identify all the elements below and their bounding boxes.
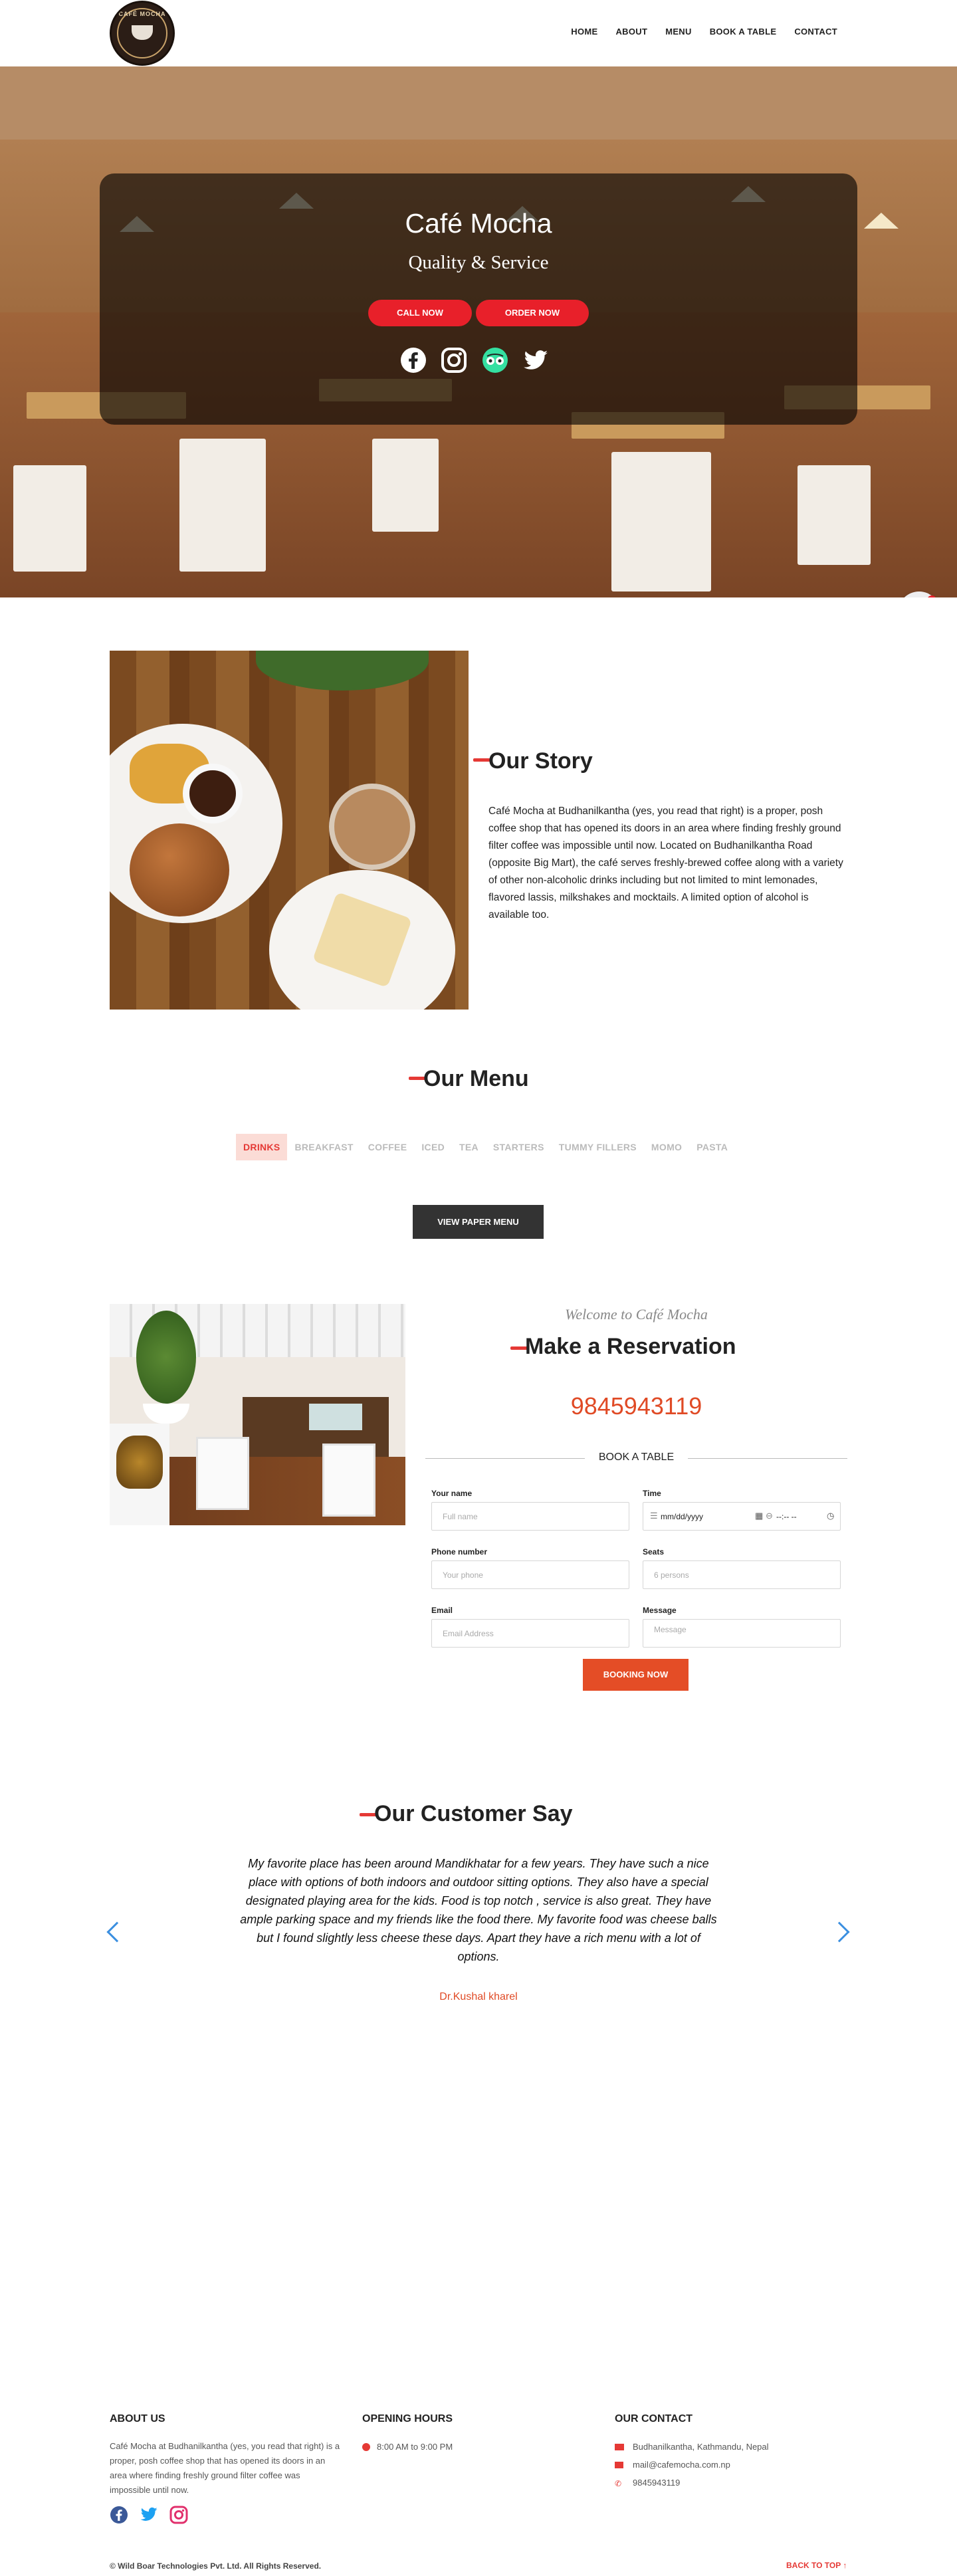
hero-ceiling [0,66,957,140]
sauce-bowl [183,764,243,823]
plant [136,1311,196,1404]
story-body: Café Mocha at Budhanilkantha (yes, you r… [488,805,843,920]
story-food-image [110,651,469,1010]
welcome-text: Welcome to Café Mocha [565,1306,708,1323]
footer-about-title: ABOUT US [110,2413,165,2424]
white-chair [322,1444,375,1517]
menu-tabs: DRINKS BREAKFAST COFFEE ICED TEA STARTER… [236,1134,735,1160]
copyright: © Wild Boar Technologies Pvt. Ltd. All R… [110,2561,322,2571]
tab-pasta[interactable]: PASTA [689,1134,735,1160]
tripadvisor-icon[interactable] [482,347,508,374]
facebook-icon[interactable] [110,2506,128,2524]
main-nav: HOME ABOUT MENU BOOK A TABLE CONTACT [571,27,837,37]
testimonials-title: Our Customer Say [374,1801,573,1826]
hero-title: Café Mocha [405,208,552,239]
twitter-icon[interactable] [522,347,549,374]
cafe-interior-image [110,1304,405,1525]
phone-field[interactable]: Your phone [431,1560,629,1589]
hero-chair [372,439,439,532]
hero-chair [13,465,86,572]
tab-tummy-fillers[interactable]: TUMMY FILLERS [552,1134,644,1160]
buddha-statue [116,1436,163,1489]
list-icon: ☰ [650,1511,658,1521]
nav-menu[interactable]: MENU [665,27,691,37]
mail-icon [615,2462,623,2468]
footer-email[interactable]: mail@cafemocha.com.np [633,2458,730,2472]
time-input[interactable]: --:-- -- [776,1512,797,1521]
hero-chair [611,452,711,591]
minus-icon: ⊖ [766,1511,773,1521]
booking-now-button[interactable]: BOOKING NOW [583,1659,689,1691]
tab-drinks[interactable]: DRINKS [236,1134,288,1160]
nav-book-a-table[interactable]: BOOK A TABLE [710,27,777,37]
seats-label: Seats [643,1547,665,1556]
hero-overlay-box: Café Mocha Quality & Service CALL NOW OR… [100,173,857,425]
hero-chair [798,465,871,565]
twitter-icon[interactable] [140,2507,158,2523]
reservation-title: Make a Reservation [525,1334,736,1359]
tab-tea[interactable]: TEA [452,1134,486,1160]
lamp-icon [864,213,899,229]
date-input[interactable]: mm/dd/yyyy [661,1512,703,1521]
facebook-icon[interactable] [400,347,427,374]
time-label: Time [643,1489,661,1498]
email-label: Email [431,1606,453,1615]
story-title: Our Story [488,748,593,774]
next-arrow-icon[interactable] [829,1921,850,1943]
testimonial-quote: My favorite place has been around Mandik… [240,1857,717,1963]
menu-title: Our Menu [423,1066,529,1091]
nav-contact[interactable]: CONTACT [794,27,837,37]
message-label: Message [643,1606,677,1615]
view-paper-menu-button[interactable]: VIEW PAPER MENU [413,1205,544,1239]
footer-contact-title: OUR CONTACT [615,2413,693,2424]
book-table-label: BOOK A TABLE [598,1451,675,1463]
calendar-icon[interactable]: ▦ [755,1511,763,1521]
footer-hours-title: OPENING HOURS [362,2413,453,2424]
footer-address: Budhanilkantha, Kathmandu, Nepal [633,2442,769,2452]
testimonial-author: Dr.Kushal kharel [439,1991,518,2002]
prev-arrow-icon[interactable] [106,1921,128,1943]
display-case [309,1404,362,1430]
map-icon [615,2444,624,2450]
datetime-field[interactable]: ☰ mm/dd/yyyy ▦ ⊖ --:-- -- ◷ [643,1502,841,1531]
coffee-cup [329,784,415,870]
clock-icon [362,2443,370,2451]
tab-momo[interactable]: MOMO [644,1134,689,1160]
site-header: CAFÉ MOCHA HOME ABOUT MENU BOOK A TABLE … [0,0,957,66]
phone-label: Phone number [431,1547,488,1556]
name-label: Your name [431,1489,473,1498]
phone-icon: ✆ [615,2479,622,2488]
call-now-button[interactable]: CALL NOW [368,300,472,326]
logo-text: CAFÉ MOCHA [118,11,166,17]
book-table-heading: BOOK A TABLE [425,1450,847,1466]
tab-starters[interactable]: STARTERS [486,1134,552,1160]
back-to-top-link[interactable]: BACK TO TOP ↑ [786,2561,847,2570]
instagram-icon[interactable] [441,347,467,374]
burger [130,823,229,916]
nav-home[interactable]: HOME [571,27,597,37]
order-now-button[interactable]: ORDER NOW [476,300,589,326]
reservation-phone[interactable]: 9845943119 [425,1392,847,1420]
footer-hours: 8:00 AM to 9:00 PM [377,2442,453,2452]
name-field[interactable]: Full name [431,1502,629,1531]
cafe-logo[interactable]: CAFÉ MOCHA [110,1,175,66]
tab-breakfast[interactable]: BREAKFAST [287,1134,360,1160]
seats-field[interactable]: 6 persons [643,1560,841,1589]
footer-about-text: Café Mocha at Budhanilkantha (yes, you r… [110,2441,340,2495]
white-chair [196,1437,249,1510]
nav-about[interactable]: ABOUT [615,27,647,37]
footer-phone[interactable]: 9845943119 [633,2476,680,2490]
hero-subtitle: Quality & Service [408,252,549,273]
hero-chair [179,439,266,572]
email-field[interactable]: Email Address [431,1619,629,1648]
message-field[interactable]: Message [643,1619,841,1648]
clock-icon[interactable]: ◷ [827,1511,834,1521]
hero-section: Café Mocha Quality & Service CALL NOW OR… [0,66,957,597]
tab-iced[interactable]: ICED [414,1134,452,1160]
instagram-icon[interactable] [169,2506,188,2524]
tab-coffee[interactable]: COFFEE [361,1134,415,1160]
